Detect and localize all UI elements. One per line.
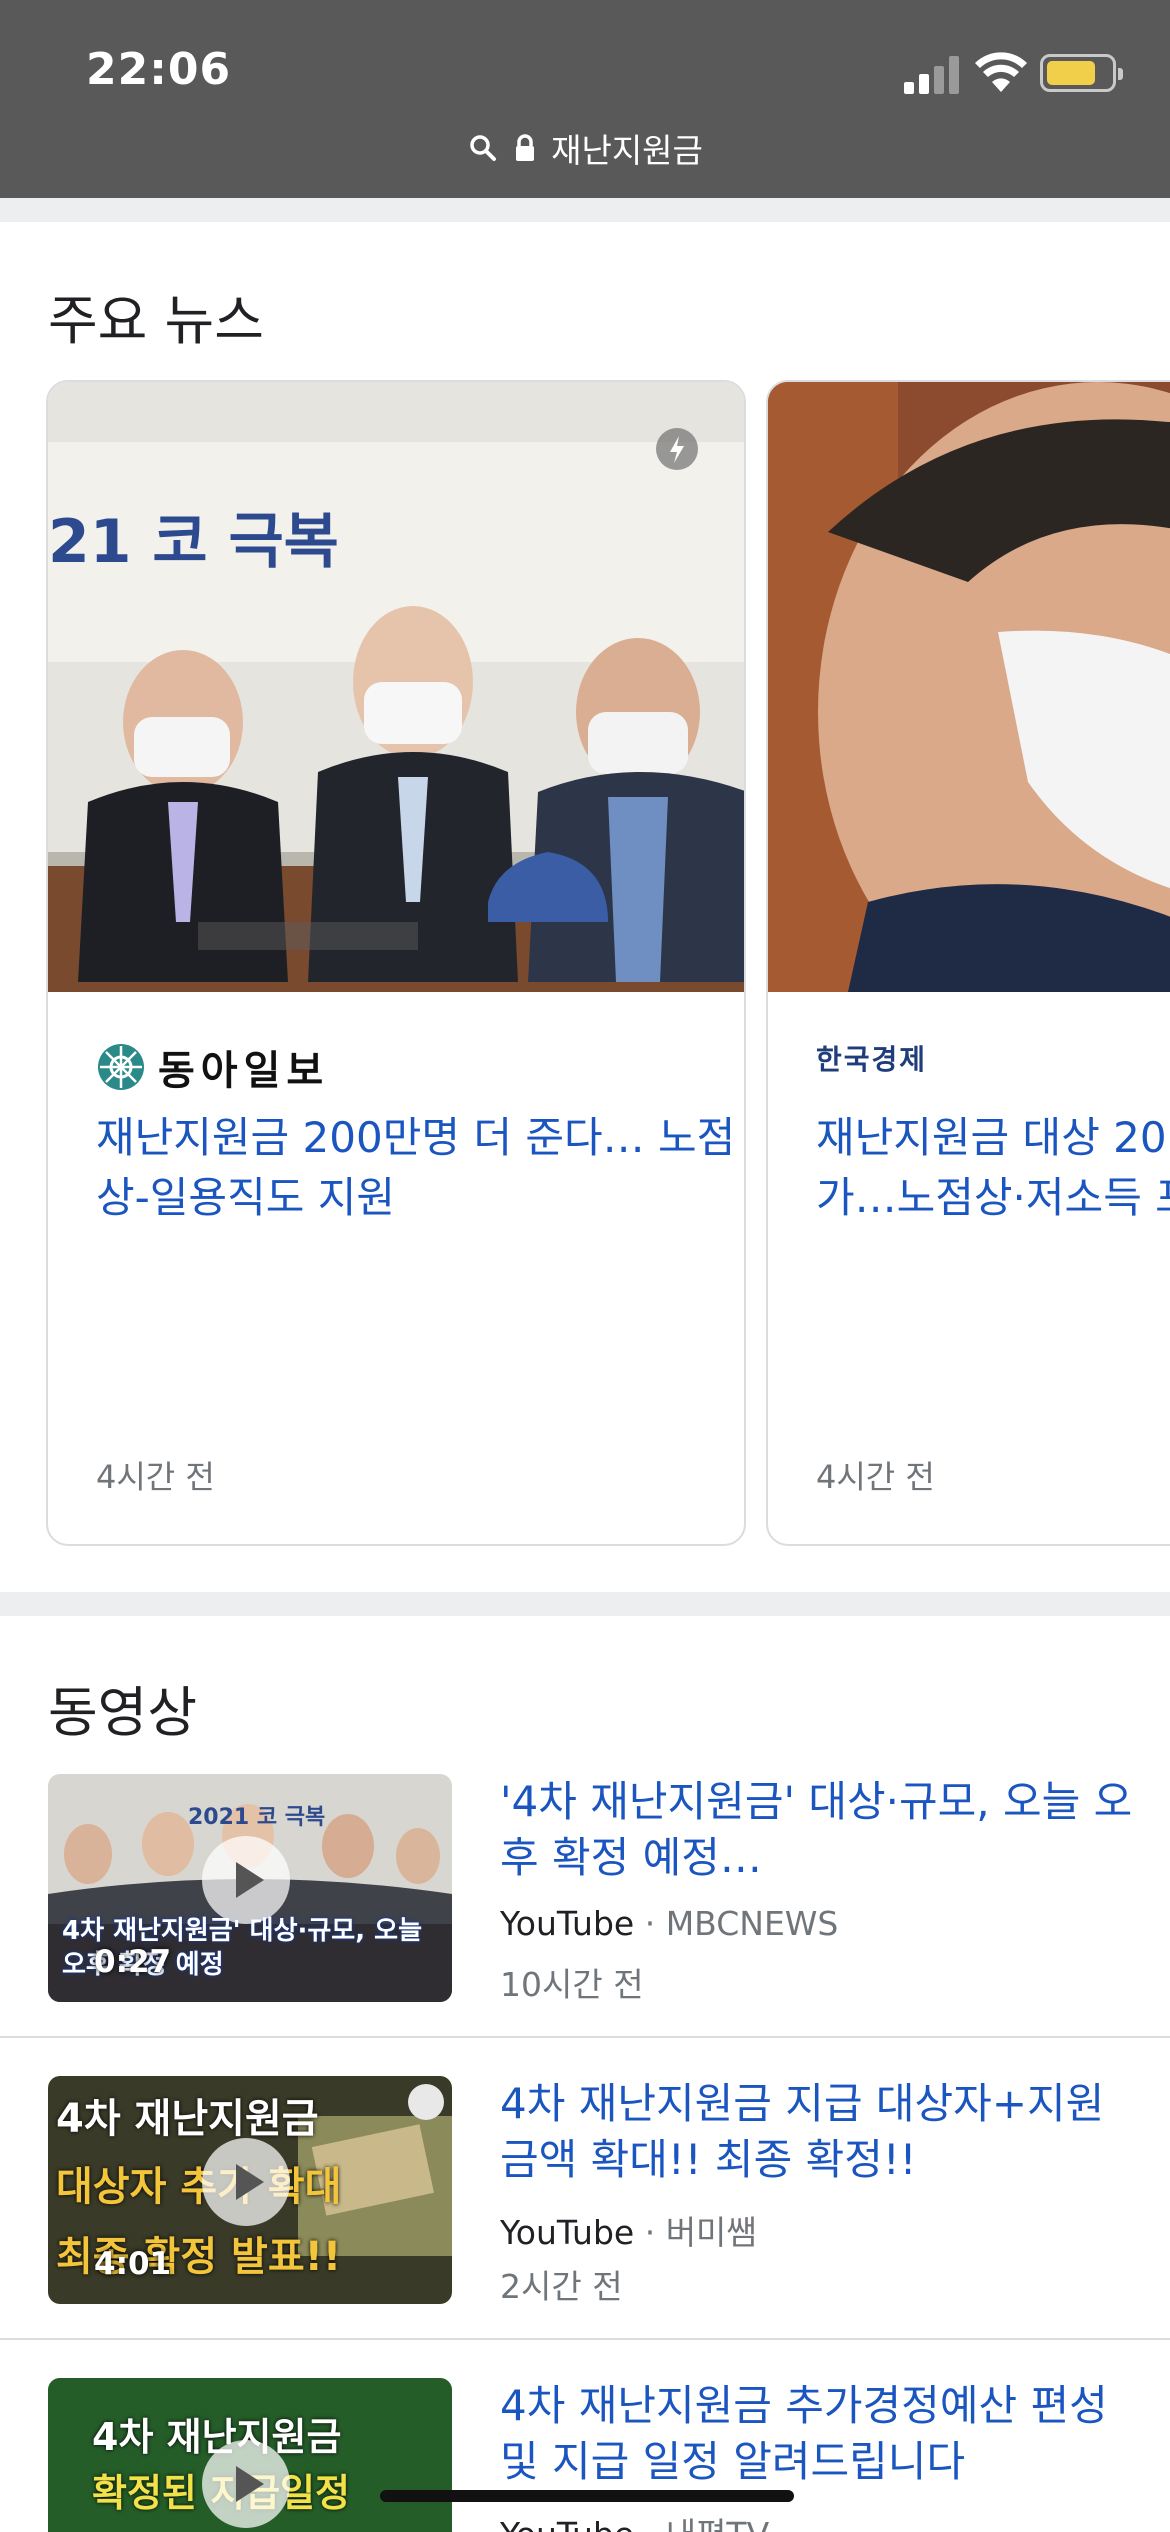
video-meta: YouTube · MBCNEWS [500, 1904, 838, 1943]
row-divider [0, 2338, 1170, 2340]
video-duration: 0:27 [94, 1944, 172, 1980]
meta-separator: · [644, 1904, 666, 1943]
section-divider [0, 198, 1170, 222]
video-meta: YouTube · 내편TV [500, 2508, 769, 2532]
play-icon[interactable] [202, 2440, 290, 2528]
video-title[interactable]: '4차 재난지원금' 대상·규모, 오늘 오후 확정 예정… [500, 1774, 1140, 1886]
video-time: 10시간 전 [500, 1965, 644, 2004]
news-source-name: 동아일보 [158, 1048, 330, 1094]
video-channel: 버미쌤 [665, 2213, 757, 2252]
news-card[interactable]: 한국경제 재난지원금 대상 20 가…노점상·저소득 포함 4시간 전 [766, 380, 1170, 1546]
video-thumbnail[interactable]: 2021 코 극복 4차 재난지원금' 대상·규모, 오늘 오후 확정 예정 0… [48, 1774, 452, 2002]
news-image [768, 382, 1170, 992]
news-time: 4시간 전 [96, 1458, 215, 1496]
home-indicator[interactable] [380, 2490, 794, 2502]
video-thumbnail[interactable]: 4차 재난지원금 대상자 추가 확대 최종 확정 발표!! 4:01 [48, 2076, 452, 2304]
news-image: 21 코 극복 [48, 382, 744, 992]
thumbnail-caption: 4차 재난지원금 [56, 2096, 319, 2142]
video-title[interactable]: 4차 재난지원금 지급 대상자+지원 금액 확대!! 최종 확정!! [500, 2076, 1140, 2188]
address-bar[interactable]: 재난지원금 [0, 124, 1170, 172]
top-news-heading: 주요 뉴스 [48, 289, 264, 352]
video-site: YouTube [500, 2213, 635, 2252]
clock: 22:06 [86, 44, 232, 95]
thumbnail-caption: 대상자 추가 확대 [56, 2164, 342, 2210]
video-thumbnail[interactable]: 4차 재난지원금 확정된 지급일정 [48, 2378, 452, 2532]
amp-lightning-icon [656, 428, 698, 470]
video-result[interactable]: 2021 코 극복 4차 재난지원금' 대상·규모, 오늘 오후 확정 예정 0… [0, 1774, 1170, 2036]
video-channel: MBCNEWS [665, 1904, 839, 1943]
news-headline[interactable]: 재난지원금 200만명 더 준다… 노점상-일용직도 지원 [96, 1108, 744, 1228]
address-query: 재난지원금 [551, 131, 703, 170]
news-source: 한국경제 [816, 1038, 927, 1078]
video-channel: 내편TV [666, 2515, 769, 2532]
news-source: 동아일보 [96, 1038, 329, 1096]
video-site: YouTube [500, 2515, 634, 2532]
cellular-signal-icon [904, 54, 960, 94]
video-time: 2시간 전 [500, 2267, 623, 2306]
battery-icon [1040, 54, 1123, 92]
svg-text:2021 코 극복: 2021 코 극복 [188, 1805, 325, 1830]
video-meta: YouTube · 버미쌤 [500, 2206, 757, 2254]
videos-heading: 동영상 [48, 1681, 198, 1744]
svg-text:21 코 극복: 21 코 극복 [48, 507, 339, 577]
news-card[interactable]: 21 코 극복 동아일보 재난지원금 200만명 더 준다… 노점상-일용직도 … [46, 380, 746, 1546]
news-time: 4시간 전 [816, 1458, 935, 1496]
lock-icon [516, 134, 535, 161]
video-duration: 4:01 [94, 2246, 172, 2282]
row-divider [0, 2036, 1170, 2038]
video-title[interactable]: 4차 재난지원금 추가경정예산 편성 및 지급 일정 알려드립니다 [500, 2378, 1140, 2490]
meta-separator: · [644, 2213, 666, 2252]
meta-separator: · [645, 2515, 666, 2532]
play-icon[interactable] [202, 1836, 290, 1924]
donga-logo-icon [98, 1044, 144, 1090]
wifi-icon [975, 52, 1027, 92]
video-site: YouTube [500, 1904, 635, 1943]
news-source-name: 한국경제 [816, 1043, 928, 1076]
play-icon[interactable] [202, 2138, 290, 2226]
section-divider [0, 1592, 1170, 1616]
status-bar: 22:06 재난지원금 [0, 0, 1170, 198]
search-icon [470, 135, 497, 161]
news-headline[interactable]: 재난지원금 대상 20 가…노점상·저소득 포함 [816, 1108, 1170, 1228]
video-result[interactable]: 4차 재난지원금 대상자 추가 확대 최종 확정 발표!! 4:01 4차 재난… [0, 2076, 1170, 2338]
video-result[interactable]: 4차 재난지원금 확정된 지급일정 4차 재난지원금 추가경정예산 편성 및 지… [0, 2378, 1170, 2532]
